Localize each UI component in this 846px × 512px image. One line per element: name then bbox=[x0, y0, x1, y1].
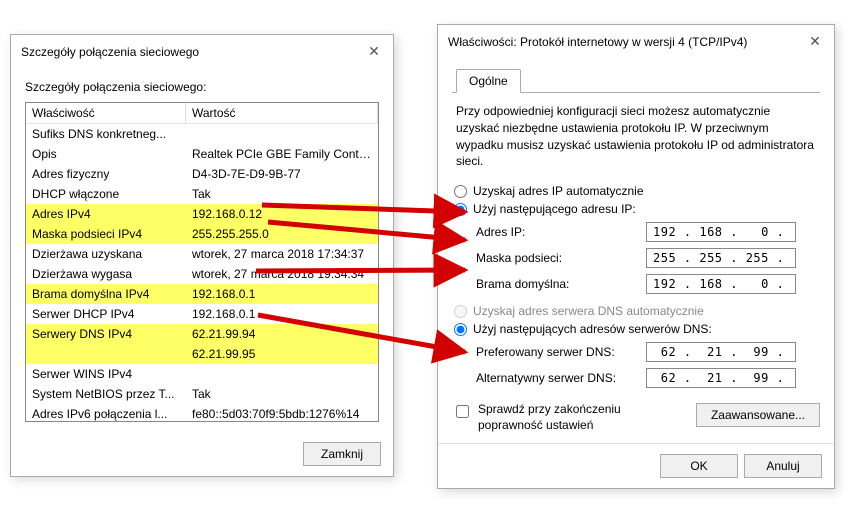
value-cell: 62.21.99.95 bbox=[186, 344, 378, 364]
table-row[interactable]: Adres IPv4192.168.0.12 bbox=[26, 204, 378, 224]
radio-ip-manual[interactable] bbox=[454, 203, 467, 216]
value-cell: 255.255.255.0 bbox=[186, 224, 378, 244]
property-cell: Opis bbox=[26, 144, 186, 164]
description-text: Przy odpowiedniej konfiguracji sieci moż… bbox=[456, 103, 816, 170]
value-cell: wtorek, 27 marca 2018 17:34:37 bbox=[186, 244, 378, 264]
label-validate-settings: Sprawdź przy zakończeniu poprawność usta… bbox=[478, 402, 688, 433]
label-dns-auto: Uzyskaj adres serwera DNS automatycznie bbox=[473, 304, 704, 318]
ok-button[interactable]: OK bbox=[660, 454, 738, 478]
table-row[interactable]: 62.21.99.95 bbox=[26, 344, 378, 364]
input-subnet-mask[interactable] bbox=[646, 248, 796, 268]
tab-general[interactable]: Ogólne bbox=[456, 69, 521, 93]
ipv4-properties-dialog: Właściwości: Protokół internetowy w wers… bbox=[437, 24, 835, 489]
value-cell: 192.168.0.1 bbox=[186, 284, 378, 304]
close-icon[interactable]: ✕ bbox=[365, 43, 383, 60]
label-dns-manual: Użyj następujących adresów serwerów DNS: bbox=[473, 322, 712, 336]
radio-dns-manual[interactable] bbox=[454, 323, 467, 336]
value-cell: wtorek, 27 marca 2018 19:34:34 bbox=[186, 264, 378, 284]
table-row[interactable]: System NetBIOS przez T...Tak bbox=[26, 384, 378, 404]
property-cell: Dzierżawa wygasa bbox=[26, 264, 186, 284]
label-ip-address: Adres IP: bbox=[476, 225, 646, 239]
property-cell: Serwer DHCP IPv4 bbox=[26, 304, 186, 324]
property-cell: DHCP włączone bbox=[26, 184, 186, 204]
table-row[interactable]: Serwer WINS IPv4 bbox=[26, 364, 378, 384]
table-row[interactable]: Brama domyślna IPv4192.168.0.1 bbox=[26, 284, 378, 304]
value-cell: Tak bbox=[186, 384, 378, 404]
details-subtitle: Szczegóły połączenia sieciowego: bbox=[25, 80, 379, 94]
value-cell: 192.168.0.12 bbox=[186, 204, 378, 224]
value-cell bbox=[186, 124, 378, 144]
property-cell: Serwer WINS IPv4 bbox=[26, 364, 186, 384]
input-preferred-dns[interactable] bbox=[646, 342, 796, 362]
details-list[interactable]: Właściwość Wartość Sufiks DNS konkretneg… bbox=[25, 102, 379, 422]
input-ip-address[interactable] bbox=[646, 222, 796, 242]
property-cell: Serwery DNS IPv4 bbox=[26, 324, 186, 344]
close-icon[interactable]: ✕ bbox=[806, 33, 824, 50]
table-row[interactable]: Serwer DHCP IPv4192.168.0.1 bbox=[26, 304, 378, 324]
table-row[interactable]: Dzierżawa uzyskanawtorek, 27 marca 2018 … bbox=[26, 244, 378, 264]
radio-dns-auto bbox=[454, 305, 467, 318]
network-details-dialog: Szczegóły połączenia sieciowego ✕ Szczeg… bbox=[10, 34, 394, 477]
tab-strip: Ogólne bbox=[452, 68, 820, 93]
input-alternate-dns[interactable] bbox=[646, 368, 796, 388]
property-cell: Maska podsieci IPv4 bbox=[26, 224, 186, 244]
value-cell: fe80::5d03:70f9:5bdb:1276%14 bbox=[186, 404, 378, 422]
label-ip-manual: Użyj następującego adresu IP: bbox=[473, 202, 636, 216]
property-cell: Sufiks DNS konkretneg... bbox=[26, 124, 186, 144]
table-row[interactable]: Serwery DNS IPv462.21.99.94 bbox=[26, 324, 378, 344]
value-cell: Tak bbox=[186, 184, 378, 204]
titlebar-left: Szczegóły połączenia sieciowego ✕ bbox=[11, 35, 393, 68]
table-row[interactable]: Dzierżawa wygasawtorek, 27 marca 2018 19… bbox=[26, 264, 378, 284]
table-row[interactable]: Adres fizycznyD4-3D-7E-D9-9B-77 bbox=[26, 164, 378, 184]
advanced-button[interactable]: Zaawansowane... bbox=[696, 403, 820, 427]
property-cell: Dzierżawa uzyskana bbox=[26, 244, 186, 264]
close-button[interactable]: Zamknij bbox=[303, 442, 381, 466]
table-row[interactable]: Maska podsieci IPv4255.255.255.0 bbox=[26, 224, 378, 244]
label-ip-auto: Uzyskaj adres IP automatycznie bbox=[473, 184, 644, 198]
column-header-property[interactable]: Właściwość bbox=[26, 103, 186, 124]
property-cell: Adres fizyczny bbox=[26, 164, 186, 184]
titlebar-right: Właściwości: Protokół internetowy w wers… bbox=[438, 25, 834, 58]
cancel-button[interactable]: Anuluj bbox=[744, 454, 822, 478]
property-cell bbox=[26, 344, 186, 364]
property-cell: Adres IPv4 bbox=[26, 204, 186, 224]
window-title: Szczegóły połączenia sieciowego bbox=[21, 45, 365, 59]
property-cell: Adres IPv6 połączenia l... bbox=[26, 404, 186, 422]
property-cell: System NetBIOS przez T... bbox=[26, 384, 186, 404]
property-cell: Brama domyślna IPv4 bbox=[26, 284, 186, 304]
checkbox-validate-settings[interactable] bbox=[456, 405, 469, 418]
value-cell: 62.21.99.94 bbox=[186, 324, 378, 344]
column-header-value[interactable]: Wartość bbox=[186, 103, 378, 124]
table-row[interactable]: DHCP włączoneTak bbox=[26, 184, 378, 204]
window-title: Właściwości: Protokół internetowy w wers… bbox=[448, 35, 806, 49]
value-cell: 192.168.0.1 bbox=[186, 304, 378, 324]
label-subnet-mask: Maska podsieci: bbox=[476, 251, 646, 265]
label-alternate-dns: Alternatywny serwer DNS: bbox=[476, 371, 646, 385]
value-cell: Realtek PCIe GBE Family Controller bbox=[186, 144, 378, 164]
table-row[interactable]: OpisRealtek PCIe GBE Family Controller bbox=[26, 144, 378, 164]
table-row[interactable]: Sufiks DNS konkretneg... bbox=[26, 124, 378, 144]
value-cell bbox=[186, 364, 378, 384]
label-preferred-dns: Preferowany serwer DNS: bbox=[476, 345, 646, 359]
radio-ip-auto[interactable] bbox=[454, 185, 467, 198]
input-default-gateway[interactable] bbox=[646, 274, 796, 294]
value-cell: D4-3D-7E-D9-9B-77 bbox=[186, 164, 378, 184]
label-default-gateway: Brama domyślna: bbox=[476, 277, 646, 291]
table-row[interactable]: Adres IPv6 połączenia l...fe80::5d03:70f… bbox=[26, 404, 378, 422]
